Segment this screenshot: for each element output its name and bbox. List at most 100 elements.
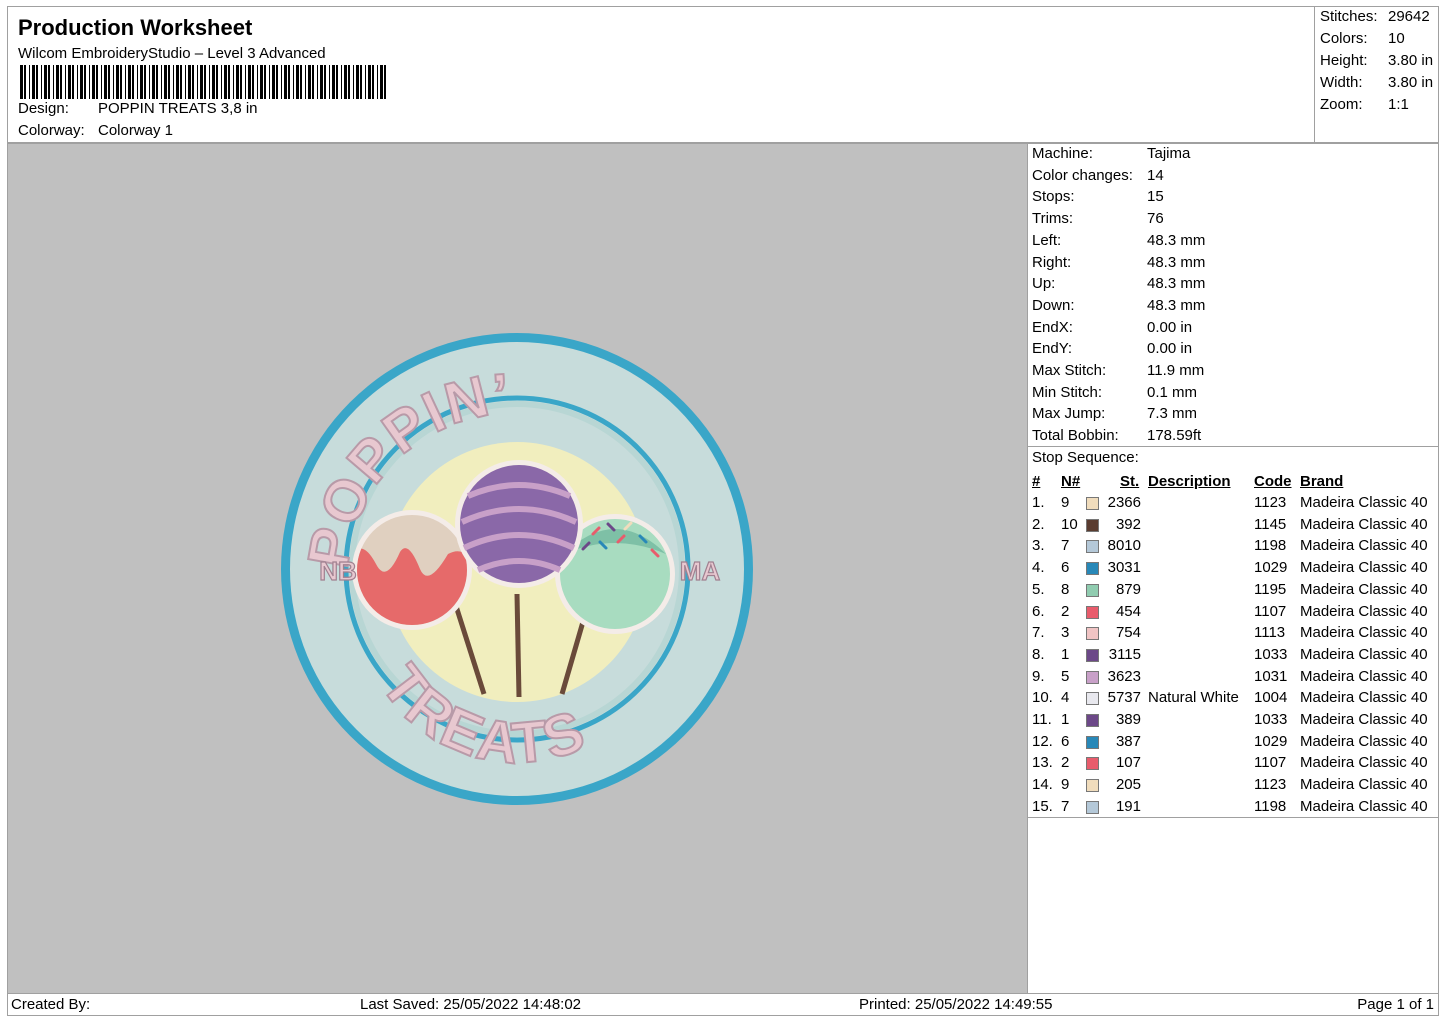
cell-brand: Madeira Classic 40 <box>1300 754 1428 772</box>
color-swatch <box>1086 692 1099 706</box>
machine-stat-row: Trims: 76 <box>1032 210 1164 227</box>
table-row: 4. 6 3031 1029 Madeira Classic 40 <box>1028 559 1438 580</box>
summary-row: Stitches: 29642 <box>1320 8 1430 25</box>
stat-label: Trims: <box>1032 210 1074 228</box>
cell-num: 2. <box>1032 515 1045 533</box>
cell-st: 5737 <box>1107 689 1141 707</box>
page-title: Production Worksheet <box>18 15 253 40</box>
cell-code: 1198 <box>1254 797 1287 815</box>
cell-n: 5 <box>1061 667 1070 685</box>
cell-n: 1 <box>1061 645 1070 663</box>
machine-stat-row: Right: 48.3 mm <box>1032 254 1205 271</box>
colorway-label: Colorway: <box>18 122 85 139</box>
cell-st: 454 <box>1115 602 1141 620</box>
table-row: 10. 4 5737 Natural White 1004 Madeira Classic… <box>1028 689 1438 710</box>
cell-brand: Madeira Classic 40 <box>1300 580 1428 598</box>
cell-code: 1029 <box>1254 732 1288 750</box>
cell-st: 879 <box>1115 580 1141 598</box>
software-name: Wilcom EmbroideryStudio – Level 3 Advanc… <box>18 45 326 62</box>
cell-brand: Madeira Classic 40 <box>1300 776 1428 794</box>
table-row: 15. 7 191 1198 Madeira Classic 40 <box>1028 798 1438 819</box>
col-header-needle: N# <box>1061 473 1081 490</box>
color-swatch <box>1086 800 1099 814</box>
stat-value: 15 <box>1147 188 1164 206</box>
stat-label: Color changes: <box>1032 166 1133 184</box>
stat-value: 0.1 mm <box>1147 383 1198 401</box>
cell-num: 10. <box>1032 689 1053 707</box>
summary-label: Colors: <box>1320 30 1368 47</box>
cell-brand: Madeira Classic 40 <box>1300 559 1428 577</box>
cell-num: 12. <box>1032 732 1053 750</box>
machine-stat-row: EndY: 0.00 in <box>1032 340 1192 357</box>
summary-row: Width: 3.80 in <box>1320 74 1433 91</box>
machine-stat-row: Total Bobbin: 178.59ft <box>1032 427 1201 444</box>
cell-st: 107 <box>1115 754 1141 772</box>
machine-stat-row: Min Stitch: 0.1 mm <box>1032 384 1197 401</box>
cell-brand: Madeira Classic 40 <box>1300 711 1428 728</box>
summary-value: 29642 <box>1388 8 1430 25</box>
stat-label: Total Bobbin: <box>1032 427 1119 445</box>
col-header-stitches: St. <box>1120 473 1140 490</box>
stat-label: Stops: <box>1032 188 1075 206</box>
cell-n: 10 <box>1061 515 1078 533</box>
cakepop-middle <box>455 460 583 588</box>
cell-st: 392 <box>1115 515 1141 533</box>
cell-brand: Madeira Classic 40 <box>1300 515 1428 533</box>
table-row: 12. 6 387 1029 Madeira Classic 40 <box>1028 733 1438 754</box>
summary-value: 3.80 in <box>1388 52 1434 69</box>
color-swatch <box>1086 735 1099 749</box>
machine-stat-row: Machine: Tajima <box>1032 145 1190 162</box>
stat-label: Right: <box>1032 253 1072 271</box>
cell-n: 3 <box>1061 624 1070 642</box>
summary-panel: Stitches: 29642 Colors: 10 Height: 3.80 in … <box>1314 6 1439 143</box>
table-row: 13. 2 107 1107 Madeira Classic 40 <box>1028 754 1438 775</box>
stat-value: 48.3 mm <box>1147 253 1206 271</box>
cell-st: 191 <box>1115 797 1141 815</box>
summary-label: Height: <box>1320 52 1368 69</box>
stat-value: 76 <box>1147 210 1164 228</box>
machine-stat-row: EndX: 0.00 in <box>1032 319 1192 336</box>
stat-value: 11.9 mm <box>1147 362 1205 379</box>
cell-desc: Natural White <box>1148 689 1239 707</box>
table-row: 11. 1 389 1033 Madeira Classic 40 <box>1028 711 1438 732</box>
cell-code: 1145 <box>1254 515 1287 533</box>
design-row: Design: POPPIN TREATS 3,8 in <box>18 100 258 117</box>
colorway-value: Colorway 1 <box>98 122 174 139</box>
table-row: 8. 1 3115 1033 Madeira Classic 40 <box>1028 646 1438 667</box>
cell-brand: Madeira Classic 40 <box>1300 689 1428 707</box>
cell-brand: Madeira Classic 40 <box>1300 645 1428 663</box>
cell-code: 1031 <box>1254 667 1288 685</box>
cell-st: 389 <box>1115 711 1141 728</box>
cell-num: 13. <box>1032 754 1053 772</box>
colorway-row: Colorway: Colorway 1 <box>18 122 173 139</box>
cell-code: 1033 <box>1254 645 1288 663</box>
page-number: Page 1 of 1 <box>1357 996 1434 1013</box>
machine-stat-row: Up: 48.3 mm <box>1032 275 1205 292</box>
table-row: 7. 3 754 1113 Madeira Classic 40 <box>1028 624 1438 645</box>
table-row: 9. 5 3623 1031 Madeira Classic 40 <box>1028 668 1438 689</box>
stat-value: 48.3 mm <box>1147 275 1206 293</box>
table-row: 14. 9 205 1123 Madeira Classic 40 <box>1028 776 1438 797</box>
machine-stat-row: Stops: 15 <box>1032 188 1164 205</box>
stop-sequence-table: Stop Sequence: # N# St. Description Code… <box>1028 446 1438 818</box>
cell-code: 1107 <box>1254 754 1287 772</box>
cell-st: 205 <box>1115 776 1141 794</box>
summary-value: 3.80 in <box>1388 74 1434 91</box>
table-row: 3. 7 8010 1198 Madeira Classic 40 <box>1028 537 1438 558</box>
cell-n: 7 <box>1061 537 1070 555</box>
cell-brand: Madeira Classic 40 <box>1300 732 1428 750</box>
summary-value: 10 <box>1388 30 1405 47</box>
cell-brand: Madeira Classic 40 <box>1300 624 1428 642</box>
color-swatch <box>1086 605 1099 619</box>
cell-code: 1033 <box>1254 711 1288 728</box>
color-swatch <box>1086 497 1099 510</box>
table-row: 2. 10 392 1145 Madeira Classic 40 <box>1028 516 1438 537</box>
barcode-icon <box>20 65 386 99</box>
machine-stat-row: Color changes: 14 <box>1032 167 1164 184</box>
cell-code: 1123 <box>1254 494 1287 511</box>
stat-value: 0.00 in <box>1147 318 1193 336</box>
patch-left-text: NB <box>319 556 357 586</box>
cell-num: 14. <box>1032 776 1053 794</box>
cell-num: 3. <box>1032 537 1045 555</box>
col-header-brand: Brand <box>1300 473 1344 490</box>
